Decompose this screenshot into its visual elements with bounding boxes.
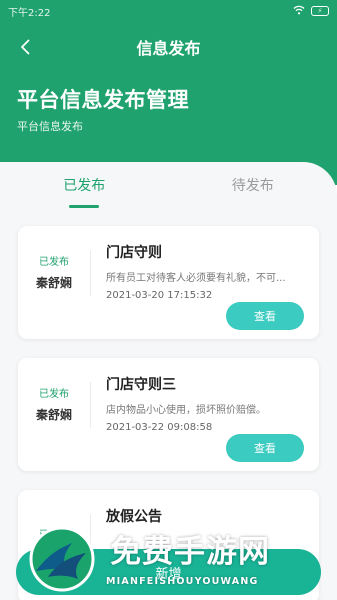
card-status: 已发布: [39, 257, 69, 268]
card-time: 2021-03-22 09:08:58: [106, 422, 213, 433]
status-icons: ⚡: [293, 5, 329, 18]
chevron-left-icon[interactable]: [12, 32, 38, 62]
view-button[interactable]: 查看: [226, 434, 304, 462]
card-divider: [90, 382, 91, 428]
card-title: 门店守则三: [106, 377, 176, 393]
tab-pending-label: 待发布: [231, 178, 274, 194]
card-divider: [90, 250, 91, 296]
card-author: 秦舒娴: [35, 276, 72, 290]
watermark-text: 免费手游网: [110, 534, 270, 570]
tab-bar: 已发布 待发布: [0, 162, 337, 208]
nav-bar: 信息发布: [0, 26, 337, 68]
card-desc: 店内物品小心使用，损坏照价赔偿。: [106, 405, 266, 416]
card-meta: 已发布 秦舒娴: [18, 376, 90, 432]
watermark-subtext: MIANFEISHOUYOUWANG: [106, 576, 259, 587]
watermark: 免费手游网 MIANFEISHOUYOUWANG: [28, 520, 318, 600]
card-meta: 已发布 秦舒娴: [18, 244, 90, 300]
card-desc: 所有员工对待客人必须要有礼貌，不可...: [106, 273, 286, 284]
wifi-icon: [293, 5, 305, 18]
status-time: 下午2:22: [8, 7, 51, 19]
page-subtitle: 平台信息发布: [17, 120, 83, 133]
header: 下午2:22 ⚡ 信息发布 平台信息发布管理 平台信息发布: [0, 0, 337, 185]
card-status: 已发布: [39, 389, 69, 400]
notice-card[interactable]: 已发布 秦舒娴 门店守则 所有员工对待客人必须要有礼貌，不可... 2021-0…: [18, 226, 319, 339]
battery-icon: ⚡: [311, 6, 329, 16]
watermark-logo-icon: [29, 526, 95, 592]
notice-card[interactable]: 已发布 秦舒娴 门店守则三 店内物品小心使用，损坏照价赔偿。 2021-03-2…: [18, 358, 319, 471]
view-button[interactable]: 查看: [226, 302, 304, 330]
tab-published[interactable]: 已发布: [0, 162, 169, 208]
tab-pending[interactable]: 待发布: [169, 162, 337, 208]
status-bar: 下午2:22 ⚡: [0, 0, 337, 22]
tab-published-label: 已发布: [63, 178, 106, 194]
nav-title: 信息发布: [136, 39, 201, 58]
card-title: 门店守则: [106, 245, 162, 261]
card-time: 2021-03-20 17:15:32: [106, 290, 213, 301]
tab-indicator: [69, 205, 100, 208]
card-author: 秦舒娴: [35, 408, 72, 422]
page-title: 平台信息发布管理: [17, 88, 189, 112]
